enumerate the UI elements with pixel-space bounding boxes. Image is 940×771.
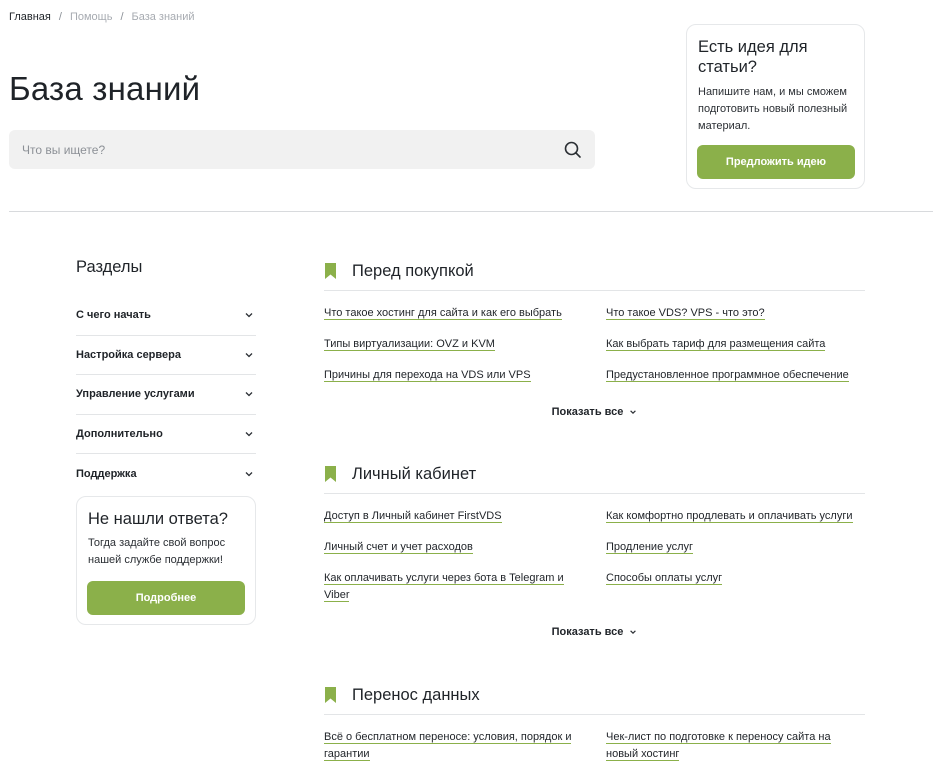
section-header: Личный кабинет [324, 461, 865, 487]
section-title: Перед покупкой [352, 261, 474, 280]
section-header: Перед покупкой [324, 258, 865, 284]
sidebar-item-label: Поддержка [76, 467, 137, 480]
section-divider [324, 714, 865, 715]
breadcrumb-home[interactable]: Главная [9, 11, 51, 23]
article-links: Что такое хостинг для сайта и как его вы… [324, 305, 865, 384]
article-link[interactable]: Как выбрать тариф для размещения сайта [606, 336, 865, 353]
sidebar-title: Разделы [76, 258, 143, 276]
section-personal-account: Личный кабинет Доступ в Личный кабинет F… [324, 461, 865, 638]
breadcrumb-separator: / [58, 11, 62, 23]
sidebar-item-additional[interactable]: Дополнительно [76, 415, 256, 454]
article-link[interactable]: Как комфортно продлевать и оплачивать ус… [606, 508, 865, 525]
sidebar-item-getting-started[interactable]: С чего начать [76, 296, 256, 336]
article-link[interactable]: Продление услуг [606, 539, 865, 556]
article-link[interactable]: Чек-лист по подготовке к переносу сайта … [606, 729, 856, 763]
bookmark-icon [325, 686, 336, 703]
section-title: Перенос данных [352, 685, 480, 704]
article-link[interactable]: Всё о бесплатном переносе: условия, поря… [324, 729, 586, 763]
show-all-label: Показать все [551, 406, 624, 418]
help-card: Не нашли ответа? Тогда задайте свой вопр… [76, 496, 256, 625]
breadcrumb-separator: / [120, 11, 124, 23]
article-links: Всё о бесплатном переносе: условия, поря… [324, 729, 865, 763]
sidebar-item-support[interactable]: Поддержка [76, 454, 256, 494]
section-divider [324, 290, 865, 291]
idea-card-text: Напишите нам, и мы сможем подготовить но… [698, 86, 848, 132]
bookmark-icon [325, 262, 336, 279]
article-link[interactable]: Доступ в Личный кабинет FirstVDS [324, 508, 606, 525]
help-card-text: Тогда задайте свой вопрос нашей службе п… [88, 537, 226, 566]
article-link[interactable]: Способы оплаты услуг [606, 570, 865, 604]
section-divider [324, 493, 865, 494]
sidebar-item-label: Дополнительно [76, 427, 163, 440]
suggest-idea-button[interactable]: Предложить идею [697, 145, 855, 179]
sidebar-item-label: С чего начать [76, 309, 151, 322]
sidebar-item-server-setup[interactable]: Настройка сервера [76, 336, 256, 375]
header-divider [9, 211, 933, 212]
section-header: Перенос данных [324, 682, 865, 708]
article-link[interactable]: Что такое VDS? VPS - что это? [606, 305, 865, 322]
article-link[interactable]: Личный счет и учет расходов [324, 539, 606, 556]
chevron-down-icon [630, 410, 637, 415]
idea-card: Есть идея для статьи? Напишите нам, и мы… [686, 24, 865, 189]
sidebar: Разделы С чего начать Настройка сервера … [76, 258, 256, 494]
show-all-button[interactable]: Показать все [324, 406, 865, 418]
sidebar-items: С чего начать Настройка сервера Управлен… [76, 296, 256, 494]
search-bar [9, 130, 595, 169]
article-links: Доступ в Личный кабинет FirstVDS Как ком… [324, 508, 865, 604]
breadcrumb-current: База знаний [131, 11, 195, 23]
breadcrumb-help[interactable]: Помощь [70, 11, 113, 23]
article-link[interactable]: Предустановленное программное обеспечени… [606, 367, 865, 384]
chevron-down-icon [630, 630, 637, 635]
search-input[interactable] [22, 130, 552, 169]
bookmark-icon [325, 465, 336, 482]
article-link[interactable]: Причины для перехода на VDS или VPS [324, 367, 606, 384]
help-card-title: Не нашли ответа? [88, 510, 228, 528]
breadcrumb: Главная / Помощь / База знаний [9, 11, 195, 23]
search-icon[interactable] [563, 140, 583, 160]
article-link[interactable]: Что такое хостинг для сайта и как его вы… [324, 305, 606, 322]
section-data-transfer: Перенос данных Всё о бесплатном переносе… [324, 682, 865, 763]
chevron-down-icon [245, 471, 253, 477]
chevron-down-icon [245, 313, 253, 318]
more-info-button[interactable]: Подробнее [87, 581, 245, 615]
article-link[interactable]: Типы виртуализации: OVZ и KVM [324, 336, 606, 353]
show-all-button[interactable]: Показать все [324, 626, 865, 638]
chevron-down-icon [245, 392, 253, 397]
article-link[interactable]: Как оплачивать услуги через бота в Teleg… [324, 570, 582, 604]
show-all-label: Показать все [551, 626, 624, 638]
section-title: Личный кабинет [352, 464, 477, 483]
idea-card-title: Есть идея для статьи? [698, 38, 808, 76]
sidebar-item-label: Настройка сервера [76, 348, 181, 361]
page-title: База знаний [9, 70, 201, 107]
chevron-down-icon [245, 352, 253, 358]
sidebar-item-service-management[interactable]: Управление услугами [76, 375, 256, 415]
chevron-down-icon [245, 431, 253, 437]
sidebar-item-label: Управление услугами [76, 388, 195, 401]
section-before-purchase: Перед покупкой Что такое хостинг для сай… [324, 258, 865, 418]
